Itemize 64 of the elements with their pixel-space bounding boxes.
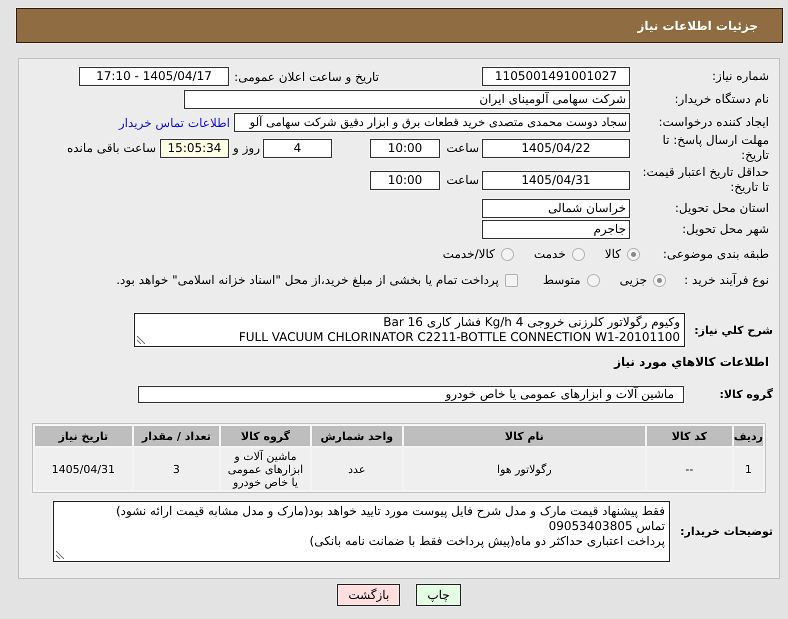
- time-label: ساعت: [445, 173, 479, 187]
- deadline-time-field[interactable]: 10:00: [370, 138, 440, 158]
- field-label: طبقه بندی موضوعی:: [662, 246, 770, 262]
- days-field[interactable]: 4: [263, 138, 332, 158]
- radio-button[interactable]: [500, 248, 514, 260]
- field-label: استان محل تحویل:: [674, 200, 770, 216]
- field-label: گروه کالا:: [718, 387, 774, 402]
- field-label: توضیحات خریدار:: [679, 524, 774, 539]
- requester-field[interactable]: سجاد دوست محمدی متصدی خرید قطعات برق و ابزار دقیق شرکت سهامی آلو: [234, 113, 630, 132]
- column-header: تعداد / مقدار: [134, 426, 220, 446]
- resize-grip-icon[interactable]: [56, 551, 64, 559]
- table-cell: 1: [734, 448, 763, 490]
- days-label: روز و: [232, 141, 261, 155]
- field-label: شماره نیاز:: [711, 69, 770, 84]
- time-label: ساعت: [445, 141, 479, 155]
- radio-button[interactable]: [653, 274, 666, 286]
- radio-button[interactable]: [572, 248, 585, 260]
- column-header: کد کالا: [647, 426, 732, 446]
- page-title: جزئیات اطلاعات نیاز: [637, 18, 758, 32]
- option-label: خدمت: [534, 247, 566, 261]
- option-label: کالا: [604, 247, 621, 261]
- need-number-field[interactable]: 1105001491001027: [482, 67, 630, 86]
- column-header: گروه کالا: [221, 426, 310, 446]
- field-label: نوع فرآیند خرید :: [683, 272, 770, 288]
- option-label: جزیی: [620, 273, 647, 287]
- field-label: شهر محل تحویل:: [681, 222, 770, 237]
- column-header: واحد شمارش: [312, 426, 402, 446]
- radio-button[interactable]: [627, 248, 640, 260]
- field-label: تاریخ و ساعت اعلان عمومی:: [233, 70, 379, 84]
- resize-grip-icon[interactable]: [137, 336, 145, 344]
- option-label: کالا/خدمت: [442, 247, 495, 261]
- column-header: تاریخ نیاز: [35, 426, 132, 446]
- table-cell: ماشین آلات و ابزارهای عمومی یا خاص خودرو: [221, 448, 310, 490]
- column-header: نام کالا: [404, 426, 645, 446]
- table-cell: رگولاتور هوا: [404, 448, 645, 490]
- option-label: متوسط: [542, 273, 581, 287]
- action-button[interactable]: بازگشت: [337, 584, 400, 606]
- field-label: مهلت ارسال پاسخ: تا تاریخ:: [661, 133, 770, 163]
- validity-time-field[interactable]: 10:00: [370, 170, 440, 190]
- checkbox[interactable]: [504, 274, 518, 286]
- field-label: نام دستگاه خریدار:: [674, 92, 770, 107]
- field-label: شرح کلي نياز:: [693, 322, 774, 338]
- column-header: ردیف: [734, 426, 763, 446]
- buyer-notes-field[interactable]: فقط پیشنهاد قیمت مارک و مدل شرح فایل پیوست مورد تایید خواهد بود(مارک و مدل مشابه قیمت ارائه نشود) تماس 09053403805 پرداخت اعتباری حداکثر دو ماه(پیش پرداخت فقط با ضمانت نامه بانکی): [53, 501, 670, 562]
- announce-date-field[interactable]: 1405/04/17 - 17:10: [79, 67, 229, 86]
- goods-group-field[interactable]: ماشین آلات و ابزارهای عمومی یا خاص خودرو: [138, 386, 684, 403]
- checkbox-label: پرداخت تمام یا بخشی از مبلغ خرید،از محل "اسناد خزانه اسلامی" خواهد بود.: [116, 273, 499, 287]
- section-title: اطلاعات کالاهاي مورد نياز: [614, 355, 770, 369]
- field-label: حداقل تاریخ اعتبار قیمت: تا تاریخ:: [641, 165, 770, 195]
- table-cell: 3: [134, 448, 220, 490]
- remaining-time-field[interactable]: 15:05:34: [160, 138, 229, 158]
- remaining-label: ساعت باقی مانده: [66, 141, 156, 155]
- buyer-org-field[interactable]: شرکت سهامی آلومینای ایران: [184, 90, 630, 109]
- buyer-contact-link[interactable]: اطلاعات تماس خریدار: [118, 116, 230, 130]
- field-label: ایجاد کننده درخواست:: [657, 115, 770, 130]
- radio-button[interactable]: [586, 274, 600, 286]
- table-cell: عدد: [312, 448, 402, 490]
- city-field[interactable]: جاجرم: [482, 220, 630, 239]
- action-button[interactable]: چاپ: [416, 584, 461, 606]
- table-cell: 1405/04/31: [35, 448, 132, 490]
- province-field[interactable]: خراسان شمالی: [482, 198, 630, 218]
- deadline-date-field[interactable]: 1405/04/22: [482, 138, 630, 158]
- validity-date-field[interactable]: 1405/04/31: [482, 170, 630, 190]
- table-cell: --: [647, 448, 732, 490]
